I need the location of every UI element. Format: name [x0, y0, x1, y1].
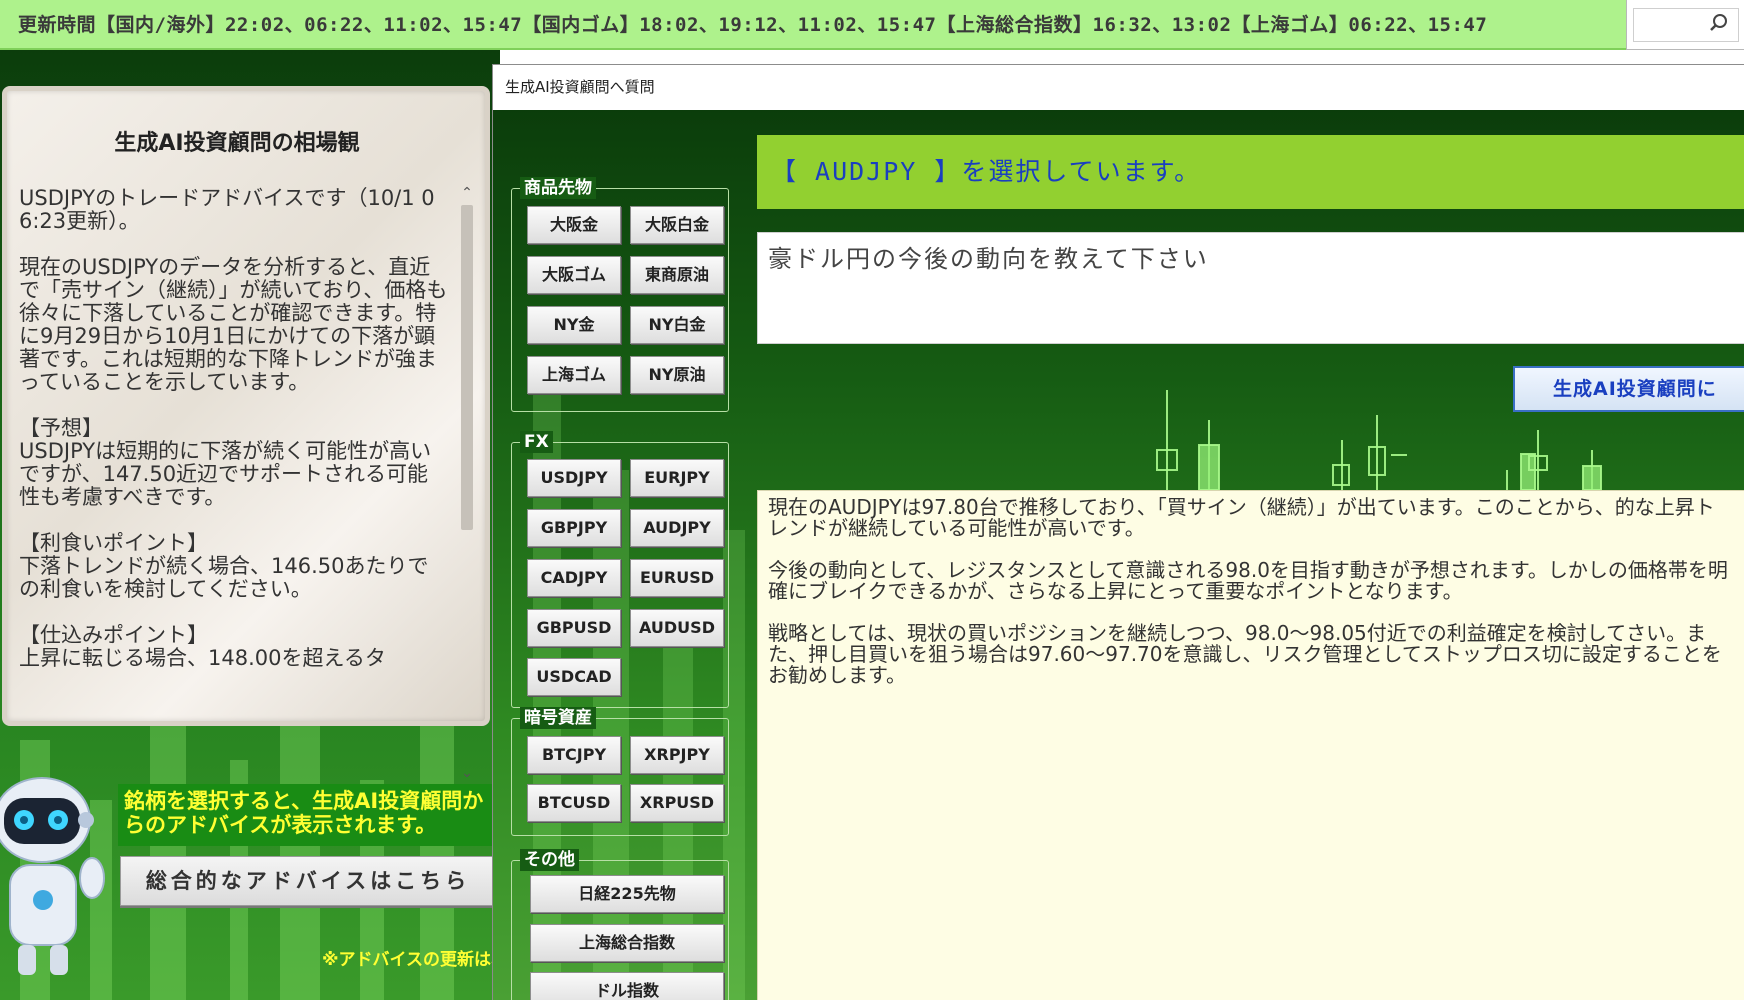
other-group: その他 日経225先物 上海総合指数 ドル指数: [511, 849, 729, 1000]
symbol-button-ny-platinum[interactable]: NY白金: [630, 306, 724, 344]
symbol-button-osaka-rubber[interactable]: 大阪ゴム: [527, 256, 621, 294]
symbol-button-cadjpy[interactable]: CADJPY: [527, 559, 621, 597]
symbol-button-usdcad[interactable]: USDCAD: [527, 658, 621, 696]
commodities-group: 商品先物 大阪金 大阪白金 大阪ゴム 東商原油 NY金 NY白金 上海ゴム NY…: [511, 177, 729, 412]
ask-ai-advisor-button[interactable]: 生成AI投資顧問に: [1513, 366, 1744, 412]
robot-mascot-icon: [0, 777, 105, 975]
overall-advice-button[interactable]: 総合的なアドバイスはこちら: [120, 856, 496, 906]
symbol-button-usdjpy[interactable]: USDJPY: [527, 459, 621, 497]
answer-text: 現在のAUDJPYは97.80台で推移しており、「買サイン（継続）」が出ています…: [757, 490, 1744, 1000]
symbol-button-gbpusd[interactable]: GBPUSD: [527, 609, 621, 647]
symbol-button-gbpjpy[interactable]: GBPJPY: [527, 509, 621, 547]
symbol-button-dollar-index[interactable]: ドル指数: [530, 972, 724, 1000]
symbol-button-audjpy[interactable]: AUDJPY: [630, 509, 724, 547]
symbol-button-xrpjpy[interactable]: XRPJPY: [630, 736, 724, 774]
fx-group-label: FX: [520, 431, 553, 453]
symbol-button-xrpusd[interactable]: XRPUSD: [630, 784, 724, 822]
chevron-down-icon[interactable]: ⌄: [455, 763, 479, 783]
fx-group: FX USDJPY EURJPY GBPJPY AUDJPY CADJPY EU…: [511, 431, 729, 708]
advice-title: 生成AI投資顧問の相場観: [114, 131, 360, 156]
advice-panel: 生成AI投資顧問の相場観 USDJPYのトレードアドバイスです（10/1 06:…: [2, 86, 490, 781]
ai-question-dialog: 生成AI投資顧問へ質問 商品先物 大阪金 大阪白金 大阪ゴム 東商原油 NY金 …: [492, 64, 1744, 1000]
hint-text: 銘柄を選択すると、生成AI投資顧問からのアドバイスが表示されます。: [118, 784, 498, 846]
other-group-label: その他: [520, 849, 579, 871]
advice-scrollbar[interactable]: ⌃ ⌄: [455, 183, 479, 789]
scroll-thumb[interactable]: [461, 205, 473, 530]
symbol-button-osaka-platinum[interactable]: 大阪白金: [630, 206, 724, 244]
search-icon[interactable]: [1708, 12, 1730, 34]
symbol-button-btcusd[interactable]: BTCUSD: [527, 784, 621, 822]
symbol-button-audusd[interactable]: AUDUSD: [630, 609, 724, 647]
symbol-button-nikkei225[interactable]: 日経225先物: [530, 875, 724, 913]
symbol-button-ny-crude[interactable]: NY原油: [630, 356, 724, 394]
question-input[interactable]: 豪ドル円の今後の動向を教えて下さい: [757, 232, 1744, 344]
crypto-group-label: 暗号資産: [520, 707, 596, 729]
selected-symbol-banner: 【 AUDJPY 】を選択しています。: [757, 135, 1744, 209]
symbol-button-tocom-crude[interactable]: 東商原油: [630, 256, 724, 294]
symbol-button-btcjpy[interactable]: BTCJPY: [527, 736, 621, 774]
chevron-up-icon[interactable]: ⌃: [455, 183, 479, 203]
crypto-group: 暗号資産 BTCJPY XRPJPY BTCUSD XRPUSD: [511, 707, 729, 836]
symbol-button-shanghai-rubber[interactable]: 上海ゴム: [527, 356, 621, 394]
dialog-title: 生成AI投資顧問へ質問: [493, 65, 1744, 110]
advice-text: USDJPYのトレードアドバイスです（10/1 06:23更新）。 現在のUSD…: [19, 187, 448, 670]
symbol-button-shanghai-composite[interactable]: 上海総合指数: [530, 924, 724, 962]
symbol-button-ny-gold[interactable]: NY金: [527, 306, 621, 344]
commodities-group-label: 商品先物: [520, 177, 596, 199]
symbol-button-eurjpy[interactable]: EURJPY: [630, 459, 724, 497]
symbol-button-eurusd[interactable]: EURUSD: [630, 559, 724, 597]
symbol-button-osaka-gold[interactable]: 大阪金: [527, 206, 621, 244]
update-time-ticker: 更新時間【国内/海外】22:02、06:22、11:02、15:47【国内ゴム】…: [0, 0, 1626, 50]
update-note: ※アドバイスの更新は、: [322, 950, 497, 970]
dialog-body: 商品先物 大阪金 大阪白金 大阪ゴム 東商原油 NY金 NY白金 上海ゴム NY…: [493, 110, 1744, 1000]
search-box[interactable]: [1626, 0, 1744, 50]
